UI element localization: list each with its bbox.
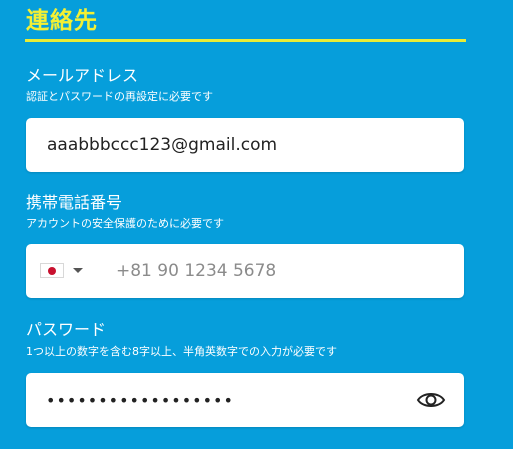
section-title: 連絡先 [26,8,98,34]
email-label: メールアドレス [26,66,139,85]
eye-icon[interactable] [416,388,446,412]
password-value: •••••••••••••••••• [46,391,234,410]
password-label: パスワード [26,320,107,339]
phone-label: 携帯電話番号 [26,193,123,212]
email-value: aaabbbccc123@gmail.com [47,135,278,155]
japan-flag-icon [40,263,64,278]
phone-input[interactable]: +81 90 1234 5678 [116,244,276,298]
password-field[interactable]: •••••••••••••••••• [26,373,464,427]
phone-field[interactable]: +81 90 1234 5678 [26,244,464,298]
email-field[interactable]: aaabbbccc123@gmail.com [26,118,464,172]
password-hint: 1つ以上の数字を含む8字以上、半角英数字での入力が必要です [26,345,337,358]
email-hint: 認証とパスワードの再設定に必要です [26,90,213,103]
chevron-down-icon [73,268,83,273]
phone-hint: アカウントの安全保護のために必要です [26,217,224,230]
country-code-select[interactable] [40,262,90,280]
title-underline [25,39,466,42]
